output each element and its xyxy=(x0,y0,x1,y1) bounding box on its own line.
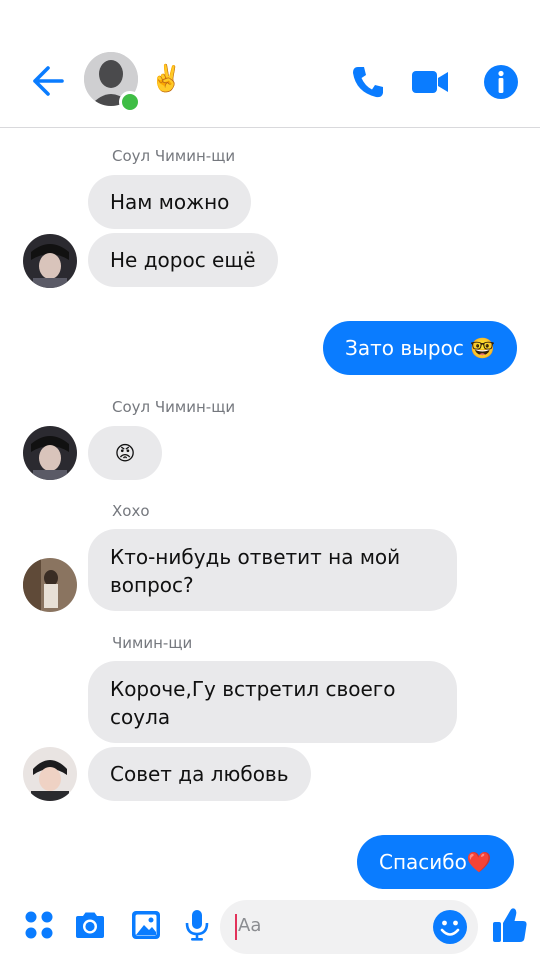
text-cursor xyxy=(235,914,237,940)
sender-name: Хохо xyxy=(112,502,150,520)
sender-avatar[interactable] xyxy=(23,747,77,801)
contact-name-emoji: ✌️ xyxy=(150,64,183,94)
message-bubble[interactable]: Короче,Гу встретил своего соула xyxy=(88,661,457,743)
sender-name: Соул Чимин-щи xyxy=(112,398,236,416)
chat-header: ✌️ xyxy=(0,0,540,128)
message-bubble[interactable]: Совет да любовь xyxy=(88,747,311,801)
camera-icon[interactable] xyxy=(73,908,107,942)
message-bubble[interactable]: Не дорос ещё xyxy=(88,233,278,287)
video-call-icon[interactable] xyxy=(410,62,450,102)
online-status-dot xyxy=(119,91,141,113)
message-bubble[interactable]: Нам можно xyxy=(88,175,252,229)
sender-name: Соул Чимин-щи xyxy=(112,147,236,165)
sender-name: Чимин-щи xyxy=(112,634,193,652)
gallery-icon[interactable] xyxy=(129,908,163,942)
apps-icon[interactable] xyxy=(22,908,56,942)
sender-avatar[interactable] xyxy=(23,234,77,288)
emoji-icon[interactable] xyxy=(432,909,468,945)
message-bubble[interactable]: Кто-нибудь ответит на мой вопрос? xyxy=(88,529,457,611)
sender-avatar[interactable] xyxy=(23,558,77,612)
phone-call-icon[interactable] xyxy=(348,62,388,102)
message-input[interactable]: Aa xyxy=(220,900,478,954)
sender-avatar[interactable] xyxy=(23,426,77,480)
emoji-message-bubble[interactable]: 😡 xyxy=(88,426,162,480)
my-message-bubble[interactable]: Спасибо❤️ xyxy=(357,835,514,889)
back-arrow-icon[interactable] xyxy=(28,62,66,100)
my-message-bubble[interactable]: Зато вырос 🤓 xyxy=(323,321,518,375)
message-input-placeholder: Aa xyxy=(238,915,262,936)
info-icon[interactable] xyxy=(481,62,521,102)
thumbs-up-icon[interactable] xyxy=(491,905,529,945)
microphone-icon[interactable] xyxy=(180,908,214,942)
